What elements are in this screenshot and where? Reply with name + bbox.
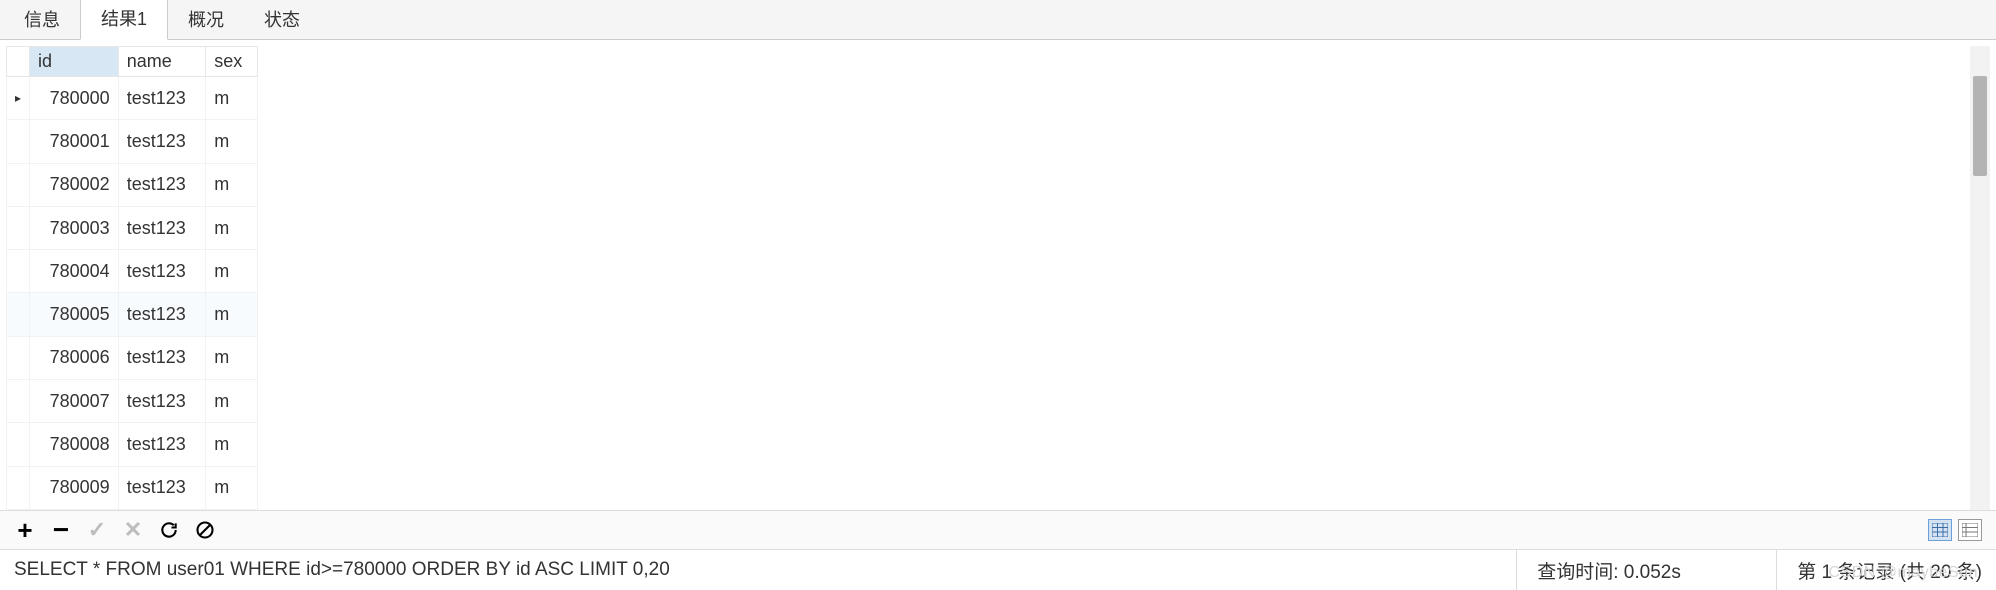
cell-name[interactable]: test123	[118, 120, 205, 163]
cancel-button: ✕	[122, 519, 144, 541]
grid-view-button[interactable]	[1928, 519, 1952, 541]
cell-id[interactable]: 780006	[30, 336, 119, 379]
cell-id[interactable]: 780005	[30, 293, 119, 336]
tab-info[interactable]: 信息	[4, 0, 80, 40]
cell-sex[interactable]: m	[206, 206, 258, 249]
cell-name[interactable]: test123	[118, 163, 205, 206]
cell-name[interactable]: test123	[118, 423, 205, 466]
row-marker	[7, 163, 30, 206]
cell-id[interactable]: 780007	[30, 380, 119, 423]
tab-profile[interactable]: 概况	[168, 0, 244, 40]
cell-id[interactable]: 780000	[30, 77, 119, 120]
cell-sex[interactable]: m	[206, 380, 258, 423]
table-row[interactable]: 780007test123m	[7, 380, 258, 423]
cell-name[interactable]: test123	[118, 293, 205, 336]
vertical-scrollbar[interactable]	[1970, 46, 1990, 510]
cell-name[interactable]: test123	[118, 380, 205, 423]
result-grid[interactable]: id name sex ▸780000test123m780001test123…	[6, 46, 258, 510]
x-icon: ✕	[124, 517, 142, 543]
row-marker: ▸	[7, 77, 30, 120]
cell-id[interactable]: 780004	[30, 250, 119, 293]
cell-id[interactable]: 780009	[30, 466, 119, 509]
refresh-button[interactable]	[158, 519, 180, 541]
cell-id[interactable]: 780008	[30, 423, 119, 466]
row-marker-header	[7, 47, 30, 77]
cell-sex[interactable]: m	[206, 120, 258, 163]
row-marker	[7, 380, 30, 423]
query-time: 查询时间: 0.052s	[1516, 550, 1776, 590]
column-header-sex[interactable]: sex	[206, 47, 258, 77]
cell-sex[interactable]: m	[206, 466, 258, 509]
row-marker	[7, 293, 30, 336]
table-row[interactable]: 780006test123m	[7, 336, 258, 379]
add-record-button[interactable]: +	[14, 519, 36, 541]
cell-name[interactable]: test123	[118, 250, 205, 293]
cell-id[interactable]: 780003	[30, 206, 119, 249]
record-toolbar: + − ✓ ✕	[0, 510, 1996, 550]
table-row[interactable]: 780003test123m	[7, 206, 258, 249]
cell-sex[interactable]: m	[206, 77, 258, 120]
cell-id[interactable]: 780002	[30, 163, 119, 206]
grid-view-icon	[1932, 523, 1948, 537]
cell-sex[interactable]: m	[206, 336, 258, 379]
tab-status[interactable]: 状态	[244, 0, 320, 40]
stop-icon	[195, 520, 215, 540]
cell-name[interactable]: test123	[118, 206, 205, 249]
cell-name[interactable]: test123	[118, 466, 205, 509]
row-marker	[7, 206, 30, 249]
row-marker	[7, 336, 30, 379]
cell-name[interactable]: test123	[118, 336, 205, 379]
table-row[interactable]: 780004test123m	[7, 250, 258, 293]
row-marker	[7, 120, 30, 163]
minus-icon: −	[53, 523, 69, 537]
status-bar: SELECT * FROM user01 WHERE id>=780000 OR…	[0, 550, 1996, 590]
form-view-button[interactable]	[1958, 519, 1982, 541]
cell-sex[interactable]: m	[206, 163, 258, 206]
sql-text: SELECT * FROM user01 WHERE id>=780000 OR…	[14, 559, 1516, 581]
grid-empty-area	[258, 46, 1970, 510]
row-marker	[7, 250, 30, 293]
tab-result1[interactable]: 结果1	[80, 0, 168, 40]
record-position: 第 1 条记录 (共 20 条)	[1776, 550, 1982, 590]
cell-sex[interactable]: m	[206, 250, 258, 293]
cell-sex[interactable]: m	[206, 423, 258, 466]
table-row[interactable]: 780001test123m	[7, 120, 258, 163]
apply-button: ✓	[86, 519, 108, 541]
plus-icon: +	[17, 520, 32, 540]
table-row[interactable]: 780008test123m	[7, 423, 258, 466]
row-marker	[7, 466, 30, 509]
row-marker	[7, 423, 30, 466]
check-icon: ✓	[88, 517, 106, 543]
cell-sex[interactable]: m	[206, 293, 258, 336]
table-row[interactable]: 780002test123m	[7, 163, 258, 206]
column-header-name[interactable]: name	[118, 47, 205, 77]
refresh-icon	[159, 520, 179, 540]
form-view-icon	[1962, 523, 1978, 537]
table-row[interactable]: 780005test123m	[7, 293, 258, 336]
delete-record-button[interactable]: −	[50, 519, 72, 541]
column-header-id[interactable]: id	[30, 47, 119, 77]
result-grid-area: id name sex ▸780000test123m780001test123…	[0, 40, 1996, 510]
cell-id[interactable]: 780001	[30, 120, 119, 163]
stop-button[interactable]	[194, 519, 216, 541]
table-row[interactable]: ▸780000test123m	[7, 77, 258, 120]
table-row[interactable]: 780009test123m	[7, 466, 258, 509]
scrollbar-thumb[interactable]	[1973, 76, 1987, 176]
tabs-bar: 信息 结果1 概况 状态	[0, 0, 1996, 40]
cell-name[interactable]: test123	[118, 77, 205, 120]
